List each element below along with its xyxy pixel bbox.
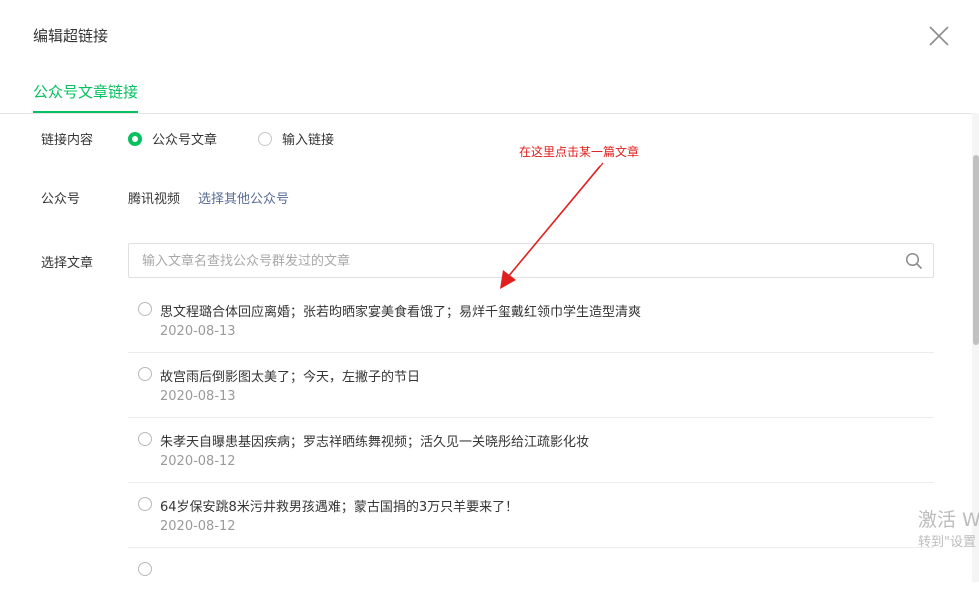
- radio-unchecked-icon: [138, 562, 152, 576]
- article-date: 2020-08-12: [160, 519, 236, 534]
- radio-input-link[interactable]: 输入链接: [258, 129, 334, 148]
- article-list: 思文程璐合体回应离婚；张若昀晒家宴美食看饿了；易烊千玺戴红领巾学生造型清爽 20…: [128, 288, 934, 612]
- article-item[interactable]: [128, 548, 934, 612]
- article-item[interactable]: 思文程璐合体回应离婚；张若昀晒家宴美食看饿了；易烊千玺戴红领巾学生造型清爽 20…: [128, 288, 934, 353]
- select-article-label: 选择文章: [41, 256, 94, 271]
- radio-article-label: 公众号文章: [152, 133, 218, 148]
- article-date: 2020-08-13: [160, 324, 236, 339]
- article-title: 朱孝天自曝患基因疾病；罗志祥晒练舞视频；活久见一关晓彤给江疏影化妆: [160, 435, 590, 450]
- article-title: 思文程璐合体回应离婚；张若昀晒家宴美食看饿了；易烊千玺戴红领巾学生造型清爽: [160, 305, 642, 320]
- activation-watermark-subtext: 转到"设置: [918, 535, 976, 550]
- radio-unchecked-icon: [138, 367, 152, 381]
- radio-unchecked-icon: [258, 131, 272, 146]
- article-title: 故宫雨后倒影图太美了；今天，左撇子的节日: [160, 370, 421, 385]
- article-item[interactable]: 朱孝天自曝患基因疾病；罗志祥晒练舞视频；活久见一关晓彤给江疏影化妆 2020-0…: [128, 418, 934, 483]
- article-title: 64岁保安跳8米污井救男孩遇难；蒙古国捐的3万只羊要来了！: [160, 500, 519, 515]
- scrollbar-thumb[interactable]: [973, 155, 979, 345]
- radio-unchecked-icon: [138, 432, 152, 446]
- link-content-label: 链接内容: [41, 133, 94, 148]
- article-date: 2020-08-12: [160, 454, 236, 469]
- search-icon[interactable]: [905, 252, 923, 270]
- article-search-box: [128, 243, 934, 279]
- radio-checked-icon: [128, 131, 142, 146]
- article-date: 2020-08-13: [160, 389, 236, 404]
- close-icon[interactable]: [928, 25, 950, 47]
- tab-article-link[interactable]: 公众号文章链接: [33, 81, 139, 113]
- radio-unchecked-icon: [138, 497, 152, 511]
- article-item[interactable]: 故宫雨后倒影图太美了；今天，左撇子的节日 2020-08-13: [128, 353, 934, 418]
- annotation-text: 在这里点击某一篇文章: [519, 145, 640, 159]
- radio-article[interactable]: 公众号文章: [128, 129, 217, 148]
- account-label: 公众号: [41, 192, 81, 207]
- dialog-title: 编辑超链接: [33, 27, 109, 45]
- edit-hyperlink-dialog: 编辑超链接 公众号文章链接 链接内容 公众号文章 输入链接 公众号 腾讯视频 选…: [0, 0, 979, 582]
- radio-input-link-label: 输入链接: [282, 133, 335, 148]
- choose-other-account-link[interactable]: 选择其他公众号: [198, 188, 289, 207]
- activation-watermark: 激活 W: [918, 509, 979, 531]
- tab-bar: 公众号文章链接: [0, 72, 979, 114]
- radio-unchecked-icon: [138, 302, 152, 316]
- article-search-input[interactable]: [140, 244, 904, 279]
- account-name: 腾讯视频: [128, 192, 181, 207]
- article-item[interactable]: 64岁保安跳8米污井救男孩遇难；蒙古国捐的3万只羊要来了！ 2020-08-12: [128, 483, 934, 548]
